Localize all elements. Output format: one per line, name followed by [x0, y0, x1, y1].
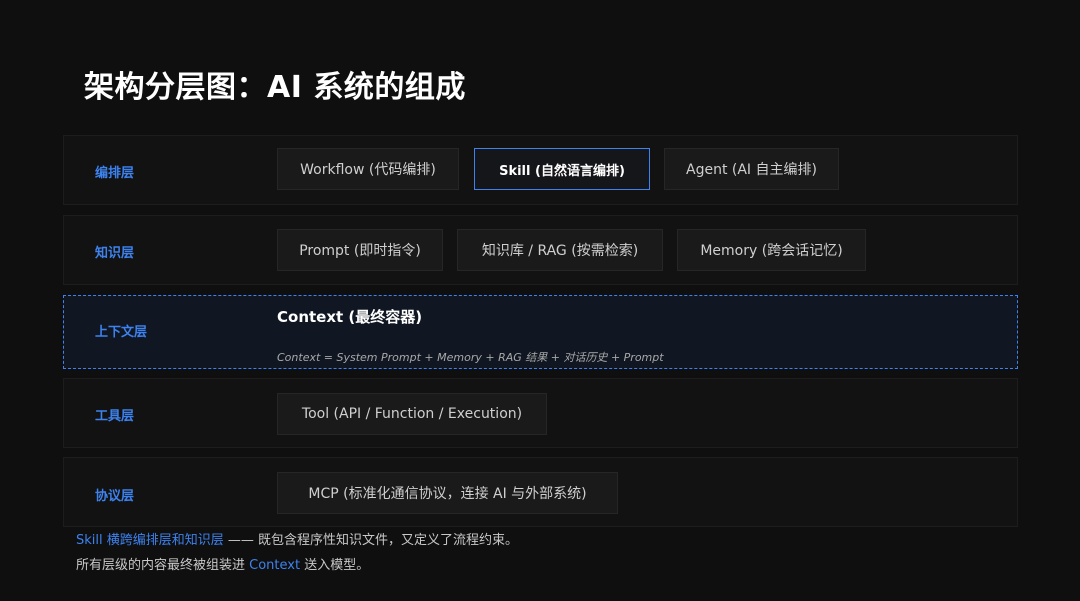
layer-label-tool: 工具层: [95, 409, 135, 424]
layer-tool: 工具层 Tool (API / Function / Execution): [63, 378, 1018, 448]
layer-knowledge: 知识层 Prompt (即时指令) 知识库 / RAG (按需检索) Memor…: [63, 215, 1018, 285]
layer-label-context: 上下文层: [95, 325, 148, 340]
layer-label-orchestration: 编排层: [95, 166, 135, 181]
chip-skill: Skill (自然语言编排): [474, 148, 650, 190]
layer-protocol: 协议层 MCP (标准化通信协议，连接 AI 与外部系统): [63, 457, 1018, 527]
chip-agent: Agent (AI 自主编排): [664, 148, 839, 190]
note-highlight-context: Context: [249, 558, 301, 573]
note-line-2: 所有层级的内容最终被组装进 Context 送入模型。: [76, 554, 369, 573]
context-formula: Context = System Prompt + Memory + RAG 结…: [277, 351, 664, 364]
note-line-1: Skill 横跨编排层和知识层 —— 既包含程序性知识文件，又定义了流程约束。: [76, 529, 518, 548]
note-text-2b: 送入模型。: [300, 558, 370, 573]
note-text-2a: 所有层级的内容最终被组装进: [76, 558, 250, 573]
note-highlight-skill: Skill 横跨编排层和知识层: [76, 533, 224, 548]
layer-context: 上下文层 Context (最终容器) Context = System Pro…: [63, 295, 1018, 369]
layer-orchestration: 编排层 Workflow (代码编排) Skill (自然语言编排) Agent…: [63, 135, 1018, 205]
chip-memory: Memory (跨会话记忆): [677, 229, 866, 271]
layer-label-protocol: 协议层: [95, 489, 135, 504]
page-title: 架构分层图：AI 系统的组成: [84, 70, 466, 105]
chip-workflow: Workflow (代码编排): [277, 148, 459, 190]
chip-prompt: Prompt (即时指令): [277, 229, 443, 271]
layer-label-knowledge: 知识层: [95, 246, 135, 261]
chip-tool: Tool (API / Function / Execution): [277, 393, 547, 435]
note-text-1: —— 既包含程序性知识文件，又定义了流程约束。: [223, 533, 519, 548]
chip-rag: 知识库 / RAG (按需检索): [457, 229, 663, 271]
context-title: Context (最终容器): [277, 308, 423, 326]
chip-mcp: MCP (标准化通信协议，连接 AI 与外部系统): [277, 472, 618, 514]
